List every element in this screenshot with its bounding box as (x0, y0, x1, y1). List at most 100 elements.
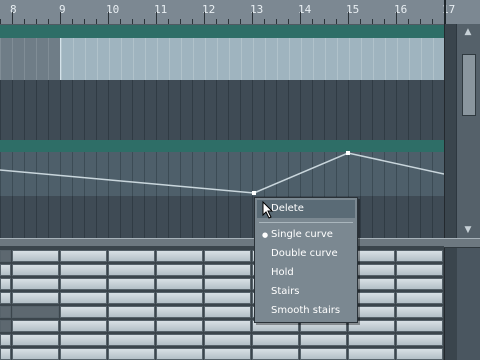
step-cell[interactable] (300, 348, 347, 360)
step-cell[interactable] (108, 348, 155, 360)
scroll-thumb[interactable] (462, 54, 476, 116)
step-cell[interactable] (348, 334, 395, 346)
step-cell[interactable] (156, 278, 203, 290)
step-cell[interactable] (12, 292, 59, 304)
step-cell[interactable] (12, 348, 59, 360)
step-cell[interactable] (156, 348, 203, 360)
envelope-point[interactable] (346, 151, 350, 155)
step-cell[interactable] (60, 264, 107, 276)
step-cell[interactable] (12, 334, 59, 346)
vertical-scrollbar[interactable]: ▲ ▼ (456, 24, 480, 240)
ruler-tick (276, 19, 277, 24)
step-cell[interactable] (60, 292, 107, 304)
menu-item-double-curve[interactable]: Double curve (257, 245, 355, 263)
step-cell[interactable] (108, 292, 155, 304)
step-cell[interactable] (12, 278, 59, 290)
step-cell[interactable] (252, 334, 299, 346)
step-cell[interactable] (108, 320, 155, 332)
ruler-tick (384, 19, 385, 24)
step-cell[interactable] (60, 320, 107, 332)
step-cell[interactable] (60, 334, 107, 346)
step-cell[interactable] (12, 306, 59, 318)
step-cell[interactable] (252, 348, 299, 360)
step-cell[interactable] (396, 334, 443, 346)
step-cell[interactable] (396, 348, 443, 360)
step-cell[interactable] (0, 320, 11, 332)
menu-item-hold[interactable]: Hold (257, 264, 355, 282)
step-cell[interactable] (204, 250, 251, 262)
step-cell[interactable] (0, 306, 11, 318)
step-cell[interactable] (12, 264, 59, 276)
ruler-tick (48, 19, 49, 24)
ruler-tick (0, 19, 1, 24)
step-cell[interactable] (12, 320, 59, 332)
step-cell[interactable] (60, 306, 107, 318)
ruler-tick (360, 19, 361, 24)
arrow-cursor-icon (262, 201, 274, 219)
step-sequencer-grid[interactable] (0, 246, 444, 360)
arrow-up-icon[interactable]: ▲ (461, 26, 475, 38)
step-cell[interactable] (60, 348, 107, 360)
step-cell[interactable] (348, 348, 395, 360)
step-cell[interactable] (0, 264, 11, 276)
step-cell[interactable] (204, 348, 251, 360)
ruler-tick (156, 12, 157, 24)
step-cell[interactable] (156, 334, 203, 346)
step-cell[interactable] (156, 320, 203, 332)
step-cell[interactable] (156, 250, 203, 262)
step-cell[interactable] (396, 306, 443, 318)
step-cell[interactable] (396, 320, 443, 332)
ruler-tick (300, 12, 301, 24)
step-cell[interactable] (108, 278, 155, 290)
step-cell[interactable] (204, 320, 251, 332)
clip-faded[interactable] (0, 38, 60, 80)
track-lane-empty[interactable] (0, 82, 444, 140)
step-cell[interactable] (396, 292, 443, 304)
ruler-tick (408, 19, 409, 24)
step-cell[interactable] (204, 278, 251, 290)
step-cell[interactable] (396, 250, 443, 262)
step-cell[interactable] (0, 292, 11, 304)
step-cell[interactable] (12, 250, 59, 262)
envelope-point[interactable] (252, 191, 256, 195)
ruler-tick (252, 12, 253, 24)
step-cell[interactable] (108, 306, 155, 318)
ruler-tick (264, 19, 265, 24)
menu-item-smooth-stairs[interactable]: Smooth stairs (257, 302, 355, 320)
step-cell[interactable] (60, 250, 107, 262)
menu-item-stairs[interactable]: Stairs (257, 283, 355, 301)
menu-item-single-curve[interactable]: ● Single curve (257, 226, 355, 244)
track-header-audio[interactable] (0, 25, 444, 39)
step-cell[interactable] (396, 264, 443, 276)
arrow-down-icon[interactable]: ▼ (461, 224, 475, 236)
step-cell[interactable] (108, 250, 155, 262)
track-lane-empty-2[interactable] (0, 196, 444, 238)
step-cell[interactable] (108, 334, 155, 346)
ruler-tick (132, 19, 133, 24)
step-cell[interactable] (204, 292, 251, 304)
step-cell[interactable] (204, 334, 251, 346)
timeline-ruler[interactable]: 8 9 10 11 12 13 14 15 16 17 (0, 0, 480, 25)
step-cell[interactable] (0, 348, 11, 360)
step-cell[interactable] (0, 250, 11, 262)
automation-envelope[interactable] (0, 140, 444, 200)
step-cell[interactable] (396, 278, 443, 290)
ruler-tick (108, 12, 109, 24)
step-cell[interactable] (108, 264, 155, 276)
ruler-tick (192, 19, 193, 24)
ruler-tick (336, 19, 337, 24)
step-cell[interactable] (204, 264, 251, 276)
step-cell[interactable] (0, 278, 11, 290)
audio-clip[interactable] (60, 38, 445, 80)
playhead-marker[interactable] (444, 0, 446, 24)
bar-number: 8 (10, 3, 17, 16)
ruler-tick (396, 12, 397, 24)
step-cell[interactable] (60, 278, 107, 290)
step-cell[interactable] (156, 292, 203, 304)
step-cell[interactable] (0, 334, 11, 346)
step-cell[interactable] (204, 306, 251, 318)
step-cell[interactable] (156, 306, 203, 318)
step-cell[interactable] (156, 264, 203, 276)
step-cell[interactable] (300, 334, 347, 346)
ruler-tick (60, 12, 61, 24)
